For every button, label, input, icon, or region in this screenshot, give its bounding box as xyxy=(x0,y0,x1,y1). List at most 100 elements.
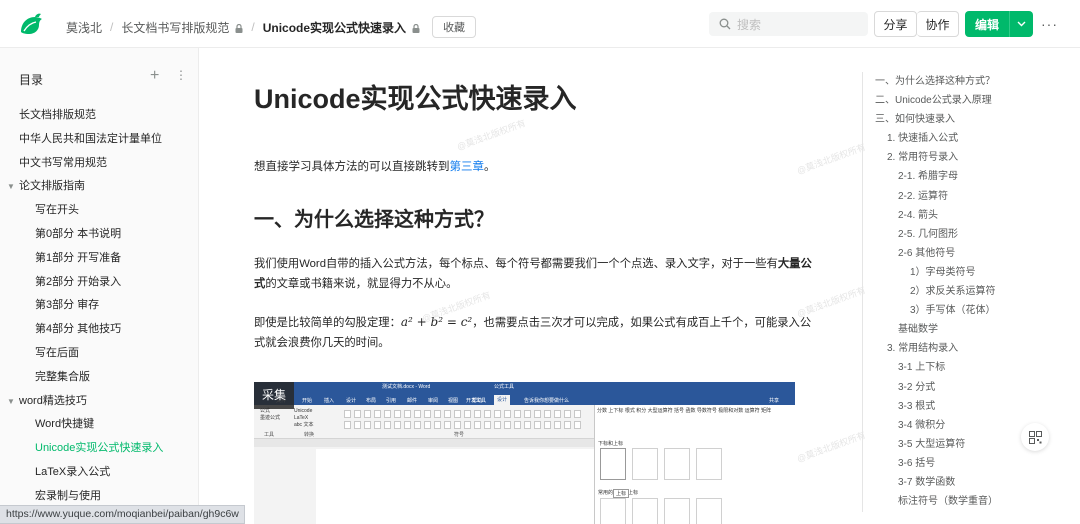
toc-item[interactable]: 2-2. 运算符 xyxy=(863,187,1062,206)
more-icon[interactable]: ··· xyxy=(1041,16,1058,32)
sidebar-item[interactable]: 写在开头 xyxy=(0,199,199,223)
word-tab: 插入 xyxy=(324,398,335,404)
breadcrumb-item-user[interactable]: 莫浅北 xyxy=(66,19,102,36)
toc-item[interactable]: 标注符号（数学重音） xyxy=(863,492,1062,511)
toc-item[interactable]: 基础数学 xyxy=(863,320,1062,339)
word-share: 共享 xyxy=(769,398,780,404)
search-icon xyxy=(719,18,731,30)
chapter-three-link[interactable]: 第三章 xyxy=(450,161,485,173)
toc-item[interactable]: 2-4. 箭头 xyxy=(863,206,1062,225)
toc-item[interactable]: 二、Unicode公式录入原理 xyxy=(863,91,1062,110)
toc-item[interactable]: 3-3 根式 xyxy=(863,397,1062,416)
word-template-box xyxy=(696,448,722,480)
yuque-logo-icon[interactable] xyxy=(18,12,44,36)
sidebar-item[interactable]: 第1部分 开写准备 xyxy=(0,247,199,271)
toc-item[interactable]: 2）求反关系运算符 xyxy=(863,282,1062,301)
symbol-cell xyxy=(534,421,541,429)
symbol-cell xyxy=(434,410,441,418)
sidebar-item[interactable]: 第4部分 其他技巧 xyxy=(0,318,199,342)
symbol-cell xyxy=(414,410,421,418)
toc-item[interactable]: 3-1 上下标 xyxy=(863,358,1062,377)
collaborate-button[interactable]: 协作 xyxy=(917,11,959,37)
search-input[interactable]: 搜索 xyxy=(709,12,868,36)
sidebar-more-icon[interactable]: ⋮ xyxy=(175,69,187,81)
sidebar-group[interactable]: ▼ 论文排版指南 xyxy=(0,175,199,199)
toc-item[interactable]: 2. 常用符号录入 xyxy=(863,148,1062,167)
symbol-cell xyxy=(444,421,451,429)
paragraph-text: 即使是比较简单的勾股定理： xyxy=(254,317,401,329)
word-tab: 引用 xyxy=(386,398,397,404)
sidebar-item[interactable]: 中华人民共和国法定计量单位 xyxy=(0,128,199,152)
sidebar-item[interactable]: 中文书写常用规范 xyxy=(0,152,199,176)
sidebar-group-label: word精选技巧 xyxy=(19,394,87,407)
word-tab: 开始 xyxy=(302,398,313,404)
sidebar-group[interactable]: ▼ word精选技巧 xyxy=(0,390,199,414)
toc-item[interactable]: 3-2 分式 xyxy=(863,378,1062,397)
sidebar-item[interactable]: LaTeX录入公式 xyxy=(0,461,199,485)
symbol-cell xyxy=(384,410,391,418)
symbol-cell xyxy=(374,421,381,429)
toc-item[interactable]: 2-5. 几何图形 xyxy=(863,225,1062,244)
toc-item[interactable]: 1）字母类符号 xyxy=(863,263,1062,282)
word-tool: 运算符 xyxy=(744,408,760,414)
breadcrumb-item-doc[interactable]: Unicode实现公式快速录入 xyxy=(263,19,406,36)
breadcrumb-item-book[interactable]: 长文档书写排版规范 xyxy=(121,19,229,36)
sidebar-item[interactable]: Word快捷键 xyxy=(0,413,199,437)
qrcode-button[interactable] xyxy=(1021,423,1049,451)
toc-item[interactable]: 3. 常用结构录入 xyxy=(863,339,1062,358)
word-left-tools: Unicode LaTeX abc 文本 xyxy=(294,408,313,429)
word-tool: 墨迹公式 xyxy=(260,415,281,421)
sidebar-item-active[interactable]: Unicode实现公式快速录入 xyxy=(0,437,199,461)
toc-item[interactable]: 2-1. 希腊字母 xyxy=(863,167,1062,186)
breadcrumb-separator: / xyxy=(110,20,114,34)
intro-suffix: 。 xyxy=(484,161,496,173)
toc-item[interactable]: 三、如何快速录入 xyxy=(863,110,1062,129)
toc-item[interactable]: 3-6 括号 xyxy=(863,454,1062,473)
word-tool-title: 公式工具 xyxy=(494,384,515,390)
toc-item[interactable]: 3）手写体（花体） xyxy=(863,301,1062,320)
edit-button[interactable]: 编辑 xyxy=(965,11,1009,37)
symbol-cell xyxy=(574,421,581,429)
word-tab: 设计 xyxy=(346,398,357,404)
word-left-tools: 公式 墨迹公式 xyxy=(260,408,280,422)
sidebar-item[interactable]: 完整集合版 xyxy=(0,366,199,390)
sidebar-item[interactable]: 第0部分 本书说明 xyxy=(0,223,199,247)
collect-button[interactable]: 收藏 xyxy=(432,16,477,38)
add-icon[interactable]: + xyxy=(150,68,159,84)
search-placeholder: 搜索 xyxy=(737,17,762,32)
word-tab-help: 帮助 xyxy=(472,398,483,404)
symbol-cell xyxy=(524,410,531,418)
symbol-cell xyxy=(384,421,391,429)
word-tooltip: 上标 xyxy=(613,489,630,498)
word-tool: 积分 xyxy=(636,408,647,414)
symbol-cell xyxy=(574,410,581,418)
caret-down-icon[interactable]: ▼ xyxy=(7,390,15,414)
word-screenshot-image: 测试文档.docx - Word 公式工具 文件 开始 插入 设计 布局 引用 … xyxy=(254,382,795,524)
word-title-bar: 测试文档.docx - Word 公式工具 xyxy=(254,382,795,395)
symbol-cell xyxy=(484,410,491,418)
sidebar-item[interactable]: 写在后面 xyxy=(0,342,199,366)
word-template-box xyxy=(664,498,690,524)
toc-item[interactable]: 2-6 其他符号 xyxy=(863,244,1062,263)
symbol-cell xyxy=(504,410,511,418)
edit-dropdown-button[interactable] xyxy=(1009,11,1033,37)
toc-item[interactable]: 一、为什么选择这种方式？ xyxy=(863,72,1062,91)
word-panel-title: 下标和上标 xyxy=(598,441,624,447)
toc-item[interactable]: 3-7 数学函数 xyxy=(863,473,1062,492)
share-button[interactable]: 分享 xyxy=(874,11,917,37)
qrcode-icon xyxy=(1028,430,1042,444)
formula: a² + b² = c² xyxy=(400,315,473,329)
sidebar-item[interactable]: 第3部分 审存 xyxy=(0,294,199,318)
symbol-cell xyxy=(344,421,351,429)
caret-down-icon[interactable]: ▼ xyxy=(7,175,15,199)
chevron-down-icon xyxy=(1017,21,1026,27)
word-ribbon-tabs: 文件 开始 插入 设计 布局 引用 邮件 审阅 视图 开发工具 帮助 设计 告诉… xyxy=(254,395,795,405)
sidebar-group-label: 论文排版指南 xyxy=(19,180,85,193)
toc-item[interactable]: 1. 快速插入公式 xyxy=(863,129,1062,148)
symbol-cell xyxy=(464,410,471,418)
sidebar-item[interactable]: 第2部分 开始录入 xyxy=(0,271,199,295)
symbol-cell xyxy=(344,410,351,418)
sidebar-item[interactable]: 长文档排版规范 xyxy=(0,104,199,128)
word-tool: Unicode xyxy=(294,408,313,414)
symbol-cell xyxy=(394,421,401,429)
